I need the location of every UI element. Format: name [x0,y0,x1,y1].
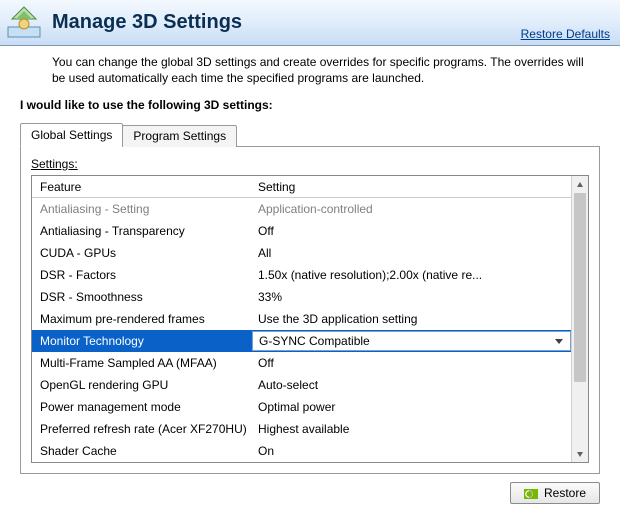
settings-row[interactable]: Maximum pre-rendered framesUse the 3D ap… [32,308,571,330]
settings-row[interactable]: Preferred refresh rate (Acer XF270HU)Hig… [32,418,571,440]
page-header: Manage 3D Settings Restore Defaults [0,0,620,46]
setting-cell: 33% [252,290,571,304]
restore-button-label: Restore [544,486,586,500]
feature-cell: Preferred refresh rate (Acer XF270HU) [32,422,252,436]
setting-cell: Application-controlled [252,202,571,216]
setting-cell: Off [252,356,571,370]
settings-row[interactable]: DSR - Factors1.50x (native resolution);2… [32,264,571,286]
settings-row[interactable]: Antialiasing - TransparencyOff [32,220,571,242]
setting-cell: Auto-select [252,378,571,392]
setting-cell: Use the 3D application setting [252,312,571,326]
setting-cell: 1.50x (native resolution);2.00x (native … [252,268,571,282]
restore-button[interactable]: Restore [510,482,600,504]
col-header-feature[interactable]: Feature [32,180,252,194]
restore-defaults-link[interactable]: Restore Defaults [521,27,610,41]
settings-row[interactable]: CUDA - GPUsAll [32,242,571,264]
tabstrip: Global Settings Program Settings [20,123,600,147]
settings-row[interactable]: Antialiasing - SettingApplication-contro… [32,198,571,220]
settings-row[interactable]: Monitor TechnologyG-SYNC Compatible [32,330,571,352]
col-header-setting[interactable]: Setting [252,180,571,194]
chevron-down-icon[interactable] [552,334,566,348]
tab-program-settings[interactable]: Program Settings [122,125,237,147]
tab-area: Global Settings Program Settings Setting… [20,122,600,474]
settings-row[interactable]: Multi-Frame Sampled AA (MFAA)Off [32,352,571,374]
settings-row[interactable]: OpenGL rendering GPUAuto-select [32,374,571,396]
settings-caption: Settings: [31,157,589,171]
footer: Restore [0,474,620,504]
tab-panel-global: Settings: Feature Setting Antialiasing -… [20,146,600,474]
intro-text: You can change the global 3D settings an… [0,46,620,92]
settings-grid: Feature Setting Antialiasing - SettingAp… [31,175,589,463]
feature-cell: Multi-Frame Sampled AA (MFAA) [32,356,252,370]
header-icon [6,5,42,41]
feature-cell: Antialiasing - Transparency [32,224,252,238]
feature-cell: Maximum pre-rendered frames [32,312,252,326]
setting-cell: On [252,444,571,458]
setting-cell[interactable]: G-SYNC Compatible [252,331,571,351]
feature-cell: DSR - Smoothness [32,290,252,304]
settings-row[interactable]: Shader CacheOn [32,440,571,462]
settings-row[interactable]: DSR - Smoothness33% [32,286,571,308]
settings-grid-header: Feature Setting [32,176,571,198]
tab-global-settings[interactable]: Global Settings [20,123,123,147]
feature-cell: OpenGL rendering GPU [32,378,252,392]
scroll-up-arrow[interactable] [572,176,588,193]
feature-cell: Power management mode [32,400,252,414]
nvidia-logo-icon [524,488,538,498]
feature-cell: Monitor Technology [32,334,252,348]
settings-scrollbar[interactable] [571,176,588,462]
scroll-thumb[interactable] [574,193,586,382]
feature-cell: DSR - Factors [32,268,252,282]
setting-cell: Highest available [252,422,571,436]
setting-cell: Off [252,224,571,238]
scroll-track[interactable] [572,193,588,445]
scroll-down-arrow[interactable] [572,445,588,462]
settings-row[interactable]: Power management modeOptimal power [32,396,571,418]
section-label: I would like to use the following 3D set… [0,92,620,122]
feature-cell: Shader Cache [32,444,252,458]
feature-cell: Antialiasing - Setting [32,202,252,216]
setting-cell: All [252,246,571,260]
feature-cell: CUDA - GPUs [32,246,252,260]
settings-grid-body: Feature Setting Antialiasing - SettingAp… [32,176,571,462]
page-title: Manage 3D Settings [52,11,242,34]
setting-cell: Optimal power [252,400,571,414]
